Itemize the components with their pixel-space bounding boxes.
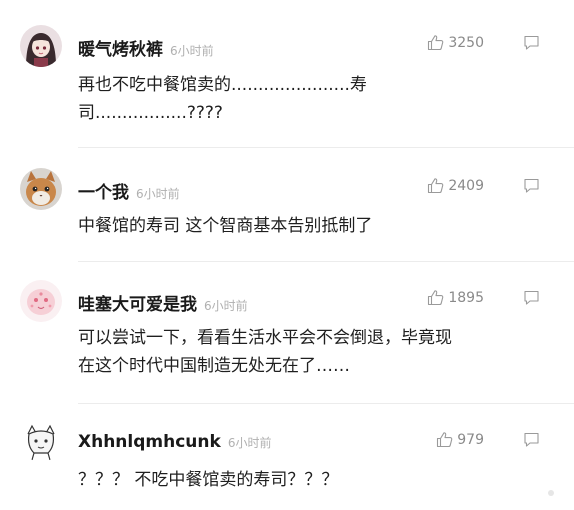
username-text: 一个我 (78, 183, 129, 203)
like-count: 3250 (448, 34, 484, 51)
comment-username[interactable]: 一个我 6小时前 (78, 178, 180, 203)
thumbs-up-icon (428, 290, 444, 306)
username-text: Xhhnlqmhcunk (78, 432, 221, 452)
comment-text-line: 司.................???? (78, 103, 223, 123)
reply-button[interactable] (523, 178, 540, 198)
sketch-cat-avatar-icon[interactable] (20, 420, 62, 462)
like-button[interactable]: 2409 (427, 177, 484, 194)
thumbs-up-icon (437, 432, 453, 448)
comment-time: 6小时前 (136, 187, 180, 201)
divider (78, 261, 574, 262)
like-button[interactable]: 3250 (427, 34, 484, 51)
comment-text-line: 可以尝试一下，看看生活水平会不会倒退，毕竟现 (78, 328, 452, 348)
corner-dot (548, 490, 554, 496)
comment-text-line: 再也不吃中餐馆卖的......................寿 (78, 75, 367, 95)
comment-text: 再也不吃中餐馆卖的......................寿 司......… (78, 71, 538, 127)
divider (78, 147, 574, 148)
like-button[interactable]: 979 (436, 431, 484, 448)
comment-text: 可以尝试一下，看看生活水平会不会倒退，毕竟现 在这个时代中国制造无处无在了…… (78, 324, 538, 380)
comment-time: 6小时前 (204, 299, 248, 313)
comment-text: ？？？ 不吃中餐馆卖的寿司？？？ (78, 466, 538, 494)
like-button[interactable]: 1895 (427, 289, 484, 306)
comment-time: 6小时前 (170, 44, 214, 58)
like-count: 2409 (448, 177, 484, 194)
comment-text-line: 中餐馆的寿司 这个智商基本告别抵制了 (78, 216, 373, 236)
reply-button[interactable] (523, 35, 540, 55)
comment-bubble-icon (524, 432, 539, 447)
reply-button[interactable] (523, 432, 540, 452)
pink-blob-avatar-icon[interactable] (20, 280, 62, 322)
comment-username[interactable]: 哇塞大可爱是我 6小时前 (78, 290, 248, 315)
thumbs-up-icon (428, 178, 444, 194)
username-text: 暖气烤秋裤 (78, 40, 163, 60)
comment-text: 中餐馆的寿司 这个智商基本告别抵制了 (78, 212, 538, 240)
thumbs-up-icon (428, 35, 444, 51)
reply-button[interactable] (523, 290, 540, 310)
like-count: 979 (457, 431, 484, 448)
comment-bubble-icon (524, 290, 539, 305)
username-text: 哇塞大可爱是我 (78, 295, 197, 315)
cat-avatar-icon[interactable] (20, 168, 62, 210)
comment-text-line: 在这个时代中国制造无处无在了…… (78, 356, 350, 376)
comment-username[interactable]: 暖气烤秋裤 6小时前 (78, 35, 214, 60)
comment-text-line: ？？？ 不吃中餐馆卖的寿司？？？ (78, 470, 339, 490)
anime-girl-avatar-icon[interactable] (20, 25, 62, 67)
comment-time: 6小时前 (227, 436, 272, 450)
like-count: 1895 (448, 289, 484, 306)
comment-bubble-icon (524, 35, 539, 50)
comment-bubble-icon (524, 178, 539, 193)
comment-username[interactable]: Xhhnlqmhcunk 6小时前 (78, 432, 271, 452)
divider (78, 403, 574, 404)
